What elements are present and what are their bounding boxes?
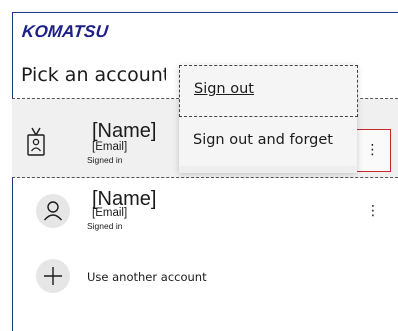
page-title: Pick an account: [21, 64, 166, 86]
person-icon: [43, 201, 63, 221]
more-options-button[interactable]: ⋮: [354, 129, 391, 172]
add-account-button[interactable]: [36, 259, 70, 293]
row-divider-bottom: [12, 177, 398, 178]
komatsu-logo: KOMATSU: [21, 22, 110, 41]
more-options-icon: ⋮: [365, 142, 380, 158]
avatar: [36, 194, 70, 228]
sign-out-label: Sign out: [194, 81, 254, 97]
account-status-2: Signed in: [87, 221, 123, 231]
account-name: [Name]: [92, 120, 157, 142]
plus-icon: [44, 267, 62, 285]
menu-edge: [179, 166, 357, 173]
add-account-label[interactable]: Use another account: [87, 270, 207, 284]
badge-icon: [27, 127, 45, 156]
more-options-button-2[interactable]: ⋮: [366, 203, 380, 219]
account-name-2[interactable]: [Name]: [92, 189, 156, 209]
account-status: Signed in: [87, 155, 123, 165]
sign-out-menu-item[interactable]: Sign out: [179, 65, 358, 117]
account-email-2: [Email]: [92, 207, 128, 219]
sign-out-and-forget-menu-item[interactable]: Sign out and forget: [179, 117, 357, 167]
account-email: [Email]: [92, 141, 128, 153]
sign-out-and-forget-label: Sign out and forget: [193, 132, 333, 148]
